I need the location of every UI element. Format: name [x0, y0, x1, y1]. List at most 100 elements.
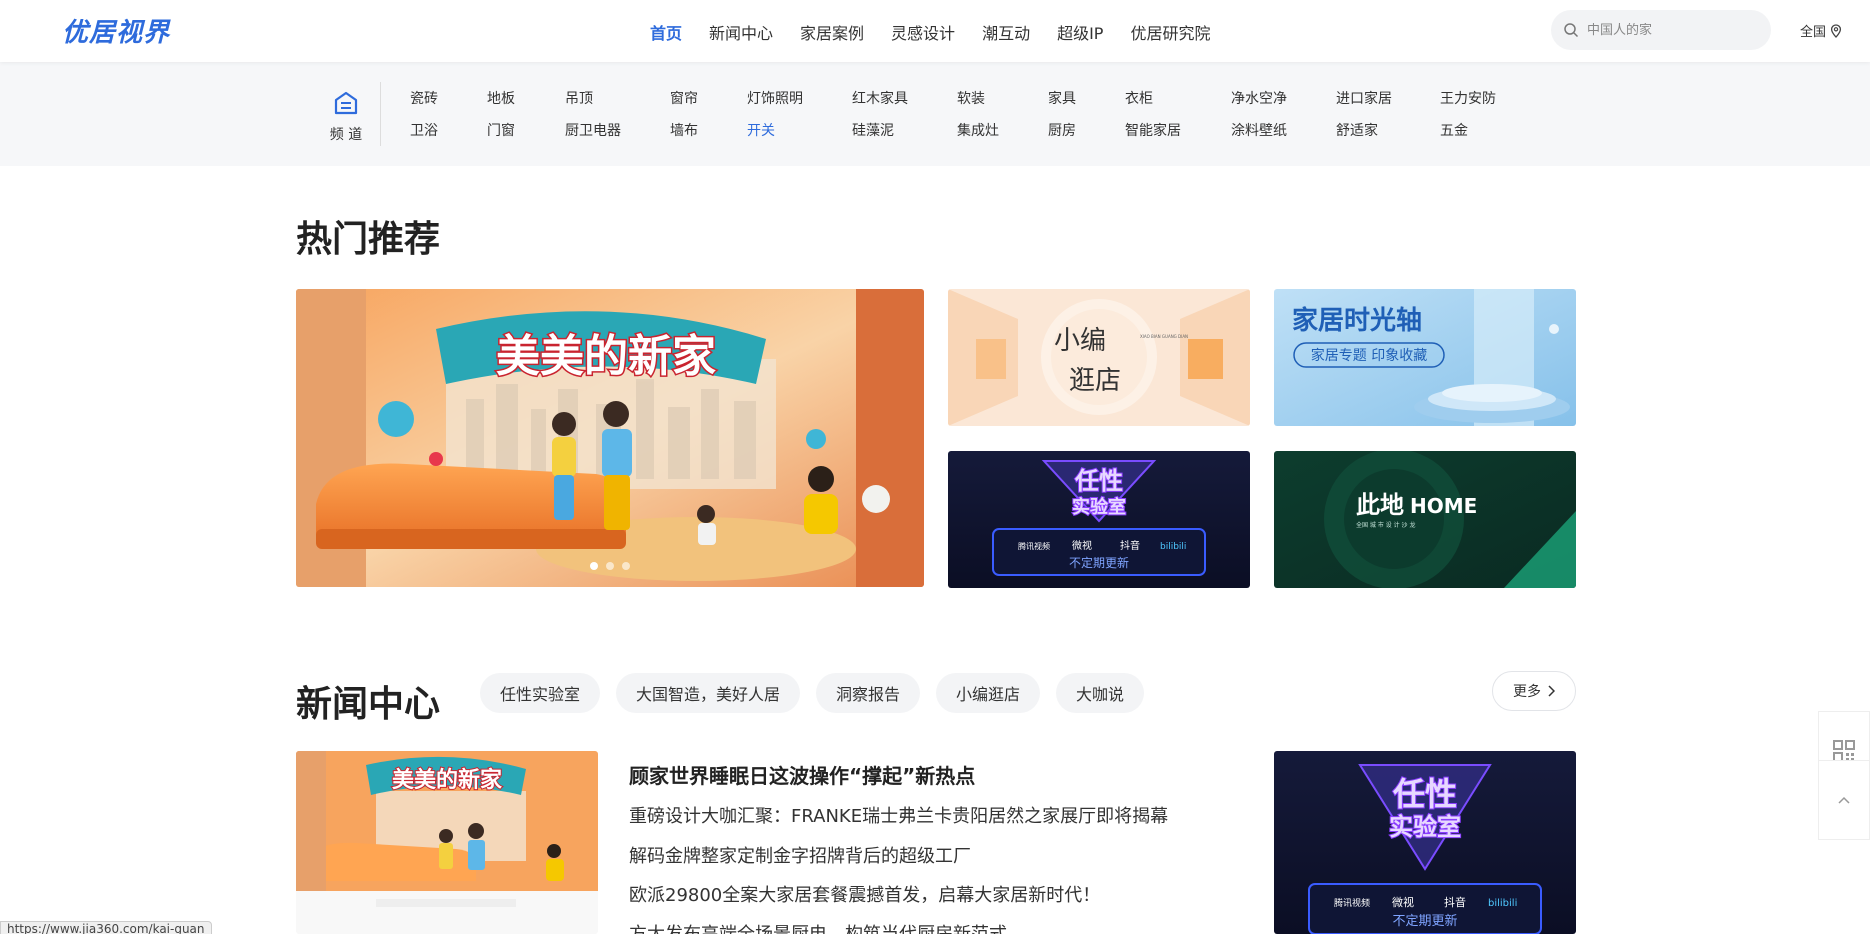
news-item[interactable]: 欧派29800全案大家居套餐震撼首发，启幕大家居新时代！: [629, 881, 1100, 907]
channel-divider: [380, 82, 381, 146]
tile-jiaju-shiguangzhou[interactable]: 家居时光轴 家居专题 印象收藏: [1274, 289, 1576, 426]
channel-link[interactable]: 地板: [487, 88, 515, 108]
news-tab-5[interactable]: 大咖说: [1056, 673, 1145, 713]
more-label: 更多: [1513, 684, 1541, 700]
browser-status-url: https://www.jia360.com/kai-guan: [0, 921, 212, 934]
news-tile-platform-4: bilibili: [1488, 898, 1517, 909]
channel-link[interactable]: 王力安防: [1440, 88, 1496, 108]
nav-item-cases[interactable]: 家居案例: [800, 20, 864, 44]
news-tab-1[interactable]: 任性实验室: [480, 673, 601, 713]
main-banner-image: 美美的新家: [296, 289, 924, 587]
channel-link[interactable]: 红木家具: [852, 88, 908, 108]
news-tab-2[interactable]: 大国智造，美好人居: [616, 673, 801, 713]
channel-bar: 频 道 瓷砖 地板 吊顶 窗帘 灯饰照明 红木家具 软装 家具 衣柜 净水空净 进口家居 王力安防卫浴…: [0, 62, 1870, 166]
channel-link[interactable]: 厨卫电器: [565, 120, 621, 140]
news-tile-platform-1: 腾讯视频: [1334, 897, 1370, 909]
tile-cidi-home[interactable]: 此地 HOME 全国 城 市 设 计 沙 龙: [1274, 451, 1576, 588]
tile-1-sub: XIAO BIAN GUANG DIAN: [1140, 334, 1188, 339]
main-banner-title: 美美的新家: [496, 331, 716, 382]
hot-section-title: 热门推荐: [296, 219, 441, 260]
channel-link[interactable]: 集成灶: [957, 120, 999, 140]
search-input[interactable]: [1587, 22, 1757, 38]
region-selector[interactable]: 全国: [1800, 21, 1842, 40]
channel-link[interactable]: 灯饰照明: [747, 88, 803, 108]
carousel-dot[interactable]: [606, 562, 614, 570]
channel-link[interactable]: 家具: [1048, 88, 1076, 108]
news-right-tile[interactable]: 任性 实验室 腾讯视频 微视 抖音 bilibili 不定期更新: [1274, 751, 1576, 934]
tile-3-platform-4: bilibili: [1160, 542, 1186, 552]
news-headline[interactable]: 顾家世界睡眠日这波操作“撑起”新热点: [629, 760, 975, 789]
news-tile-line1: 任性: [1393, 775, 1457, 813]
news-item[interactable]: 解码金牌整家定制金字招牌背后的超级工厂: [629, 842, 971, 868]
tile-2-title: 家居时光轴: [1292, 305, 1422, 336]
nav-item-interaction[interactable]: 潮互动: [982, 20, 1030, 44]
channel-link[interactable]: 涂料壁纸: [1231, 120, 1287, 140]
tile-renxing-shiyanshi[interactable]: 任性 实验室 腾讯视频 微视 抖音 bilibili 不定期更新: [948, 451, 1250, 588]
nav-item-super-ip[interactable]: 超级IP: [1057, 20, 1103, 44]
channel-link[interactable]: 舒适家: [1336, 120, 1378, 140]
back-to-top-button[interactable]: [1818, 760, 1870, 840]
tile-1-line1: 小编: [1054, 326, 1106, 356]
tile-3-note: 不定期更新: [1069, 555, 1129, 570]
nav-item-news[interactable]: 新闻中心: [709, 20, 773, 44]
channel-link[interactable]: 智能家居: [1125, 120, 1181, 140]
nav-item-inspiration[interactable]: 灵感设计: [891, 20, 955, 44]
news-tile-note: 不定期更新: [1392, 913, 1457, 929]
channel-link[interactable]: 墙布: [670, 120, 698, 140]
news-tab-4[interactable]: 小编逛店: [936, 673, 1041, 713]
top-header: 优居视界 首页 新闻中心 家居案例 灵感设计 潮互动 超级IP 优居研究院 全国: [0, 0, 1870, 62]
site-logo[interactable]: 优居视界: [62, 12, 170, 49]
news-thumbnail[interactable]: 美美的新家: [296, 751, 598, 934]
channel-link[interactable]: 吊顶: [565, 88, 593, 108]
region-label: 全国: [1800, 25, 1827, 40]
channel-home-icon: [334, 91, 358, 115]
tile-1-line2: 逛店: [1069, 366, 1121, 396]
tile-3-platform-3: 抖音: [1120, 539, 1140, 552]
news-tile-platform-3: 抖音: [1444, 895, 1466, 909]
more-button[interactable]: 更多: [1492, 671, 1576, 711]
tile-xiaobian-guangdian[interactable]: 小编 逛店 XIAO BIAN GUANG DIAN: [948, 289, 1250, 426]
channel-link[interactable]: 五金: [1440, 120, 1468, 140]
search-icon: [1564, 23, 1579, 38]
news-item[interactable]: 方太发布高端全场景厨电，构筑当代厨房新范式: [629, 920, 1007, 934]
channel-head-label: 频 道: [329, 127, 363, 143]
news-tab-3[interactable]: 洞察报告: [816, 673, 921, 713]
location-pin-icon: [1830, 23, 1842, 38]
main-banner[interactable]: 美美的新家: [296, 289, 924, 587]
channel-link[interactable]: 瓷砖: [410, 88, 438, 108]
channel-link[interactable]: 厨房: [1048, 120, 1076, 140]
main-nav: 首页 新闻中心 家居案例 灵感设计 潮互动 超级IP 优居研究院: [650, 20, 1237, 44]
news-section-title: 新闻中心: [296, 684, 441, 725]
nav-item-institute[interactable]: 优居研究院: [1130, 20, 1210, 44]
channel-link[interactable]: 硅藻泥: [852, 120, 894, 140]
search-box[interactable]: [1551, 10, 1771, 50]
channel-link[interactable]: 软装: [957, 88, 985, 108]
channel-link[interactable]: 净水空净: [1231, 88, 1287, 108]
tile-3-line1: 任性: [1074, 467, 1123, 495]
news-tile-platform-2: 微视: [1392, 895, 1414, 909]
channel-link[interactable]: 进口家居: [1336, 88, 1392, 108]
tile-4-sub: 全国 城 市 设 计 沙 龙: [1356, 521, 1415, 529]
channel-link[interactable]: 开关: [747, 120, 775, 140]
channel-link[interactable]: 窗帘: [670, 88, 698, 108]
qr-code-icon: [1833, 740, 1855, 762]
chevron-right-icon: [1548, 685, 1555, 697]
news-tile-line2: 实验室: [1389, 813, 1461, 841]
tile-4-line1: 此地: [1356, 491, 1404, 519]
tile-4-line2: HOME: [1410, 494, 1477, 518]
channel-head[interactable]: 频 道: [318, 90, 374, 144]
tile-3-line2: 实验室: [1072, 496, 1126, 518]
carousel-dots[interactable]: [590, 562, 630, 570]
carousel-dot[interactable]: [590, 562, 598, 570]
nav-item-home[interactable]: 首页: [650, 20, 682, 44]
channel-link[interactable]: 卫浴: [410, 120, 438, 140]
news-thumb-title: 美美的新家: [392, 767, 503, 793]
carousel-dot[interactable]: [622, 562, 630, 570]
tile-3-platform-2: 微视: [1072, 539, 1092, 552]
tile-3-platform-1: 腾讯视频: [1018, 541, 1050, 551]
chevron-up-icon: [1838, 796, 1850, 804]
channel-link[interactable]: 衣柜: [1125, 88, 1153, 108]
news-item[interactable]: 重磅设计大咖汇聚：FRANKE瑞士弗兰卡贵阳居然之家展厅即将揭幕: [629, 802, 1168, 828]
tile-2-subtitle: 家居专题 印象收藏: [1311, 347, 1427, 364]
channel-link[interactable]: 门窗: [487, 120, 515, 140]
